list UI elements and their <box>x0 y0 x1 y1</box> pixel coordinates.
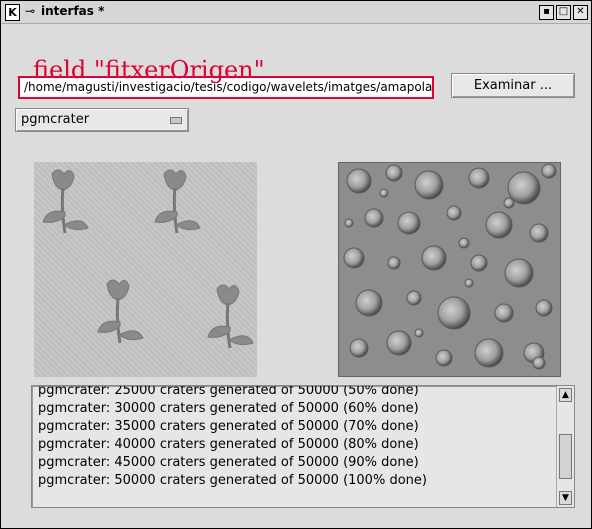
window-title: interfas * <box>41 4 105 18</box>
log-line: pgmcrater: 30000 craters generated of 50… <box>38 401 419 416</box>
field-annotation-label: field "fitxerOrigen" <box>33 56 265 84</box>
app-icon[interactable]: K <box>5 4 20 21</box>
log-line: pgmcrater: 50000 craters generated of 50… <box>38 473 427 488</box>
title-bar: K ⊸ interfas * ▪ □ ✕ <box>1 1 591 24</box>
log-output[interactable]: pgmcrater: 25000 craters generated of 50… <box>31 385 575 508</box>
generator-select-value: pgmcrater <box>21 112 90 127</box>
scroll-down-arrow-icon[interactable]: ▼ <box>559 491 572 505</box>
main-panel: /home/magusti/investigacio/tesis/codigo/… <box>5 25 587 522</box>
tulip-icon <box>154 169 201 234</box>
log-line: pgmcrater: 40000 craters generated of 50… <box>38 437 419 452</box>
generated-crater-image <box>338 162 561 377</box>
original-image <box>34 162 257 377</box>
tulip-icon <box>42 169 89 234</box>
app-window: K ⊸ interfas * ▪ □ ✕ /home/magusti/inves… <box>0 0 592 529</box>
minimize-button[interactable]: ▪ <box>539 5 554 20</box>
maximize-button[interactable]: □ <box>556 5 571 20</box>
log-scrollbar[interactable]: ▲ ▼ <box>556 386 574 507</box>
pin-icon[interactable]: ⊸ <box>25 4 35 18</box>
scroll-up-arrow-icon[interactable]: ▲ <box>559 388 572 402</box>
tulip-icon <box>97 279 144 344</box>
log-line: pgmcrater: 45000 craters generated of 50… <box>38 455 419 470</box>
scroll-thumb[interactable] <box>559 434 572 479</box>
log-line: pgmcrater: 35000 craters generated of 50… <box>38 419 419 434</box>
log-line: pgmcrater: 25000 craters generated of 50… <box>38 385 419 398</box>
generator-select[interactable]: pgmcrater <box>15 108 189 132</box>
dropdown-arrow-icon <box>170 117 182 124</box>
examinar-button[interactable]: Examinar ... <box>451 73 575 98</box>
log-lines: pgmcrater: 25000 craters generated of 50… <box>38 385 548 507</box>
tulip-icon <box>207 284 254 349</box>
close-button[interactable]: ✕ <box>573 5 588 20</box>
